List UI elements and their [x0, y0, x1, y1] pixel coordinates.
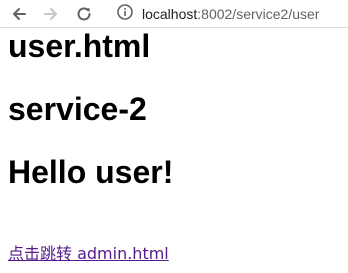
info-icon [116, 3, 134, 26]
forward-arrow-icon [42, 5, 60, 23]
address-bar[interactable]: localhost:8002/service2/user [142, 5, 319, 23]
url-host: localhost [142, 6, 198, 22]
url-path: :8002/service2/user [197, 6, 320, 22]
back-button[interactable] [8, 3, 30, 25]
page-heading-greeting: Hello user! [8, 154, 174, 190]
forward-button[interactable] [40, 3, 62, 25]
back-arrow-icon [10, 5, 28, 23]
site-info-button[interactable] [115, 3, 135, 26]
reload-icon [75, 5, 93, 23]
page-heading-service: service-2 [8, 91, 147, 127]
page-heading-filename: user.html [8, 28, 151, 64]
reload-button[interactable] [73, 3, 95, 25]
admin-page-link[interactable]: 点击跳转 admin.html [8, 244, 169, 264]
browser-toolbar: localhost:8002/service2/user [0, 0, 348, 28]
